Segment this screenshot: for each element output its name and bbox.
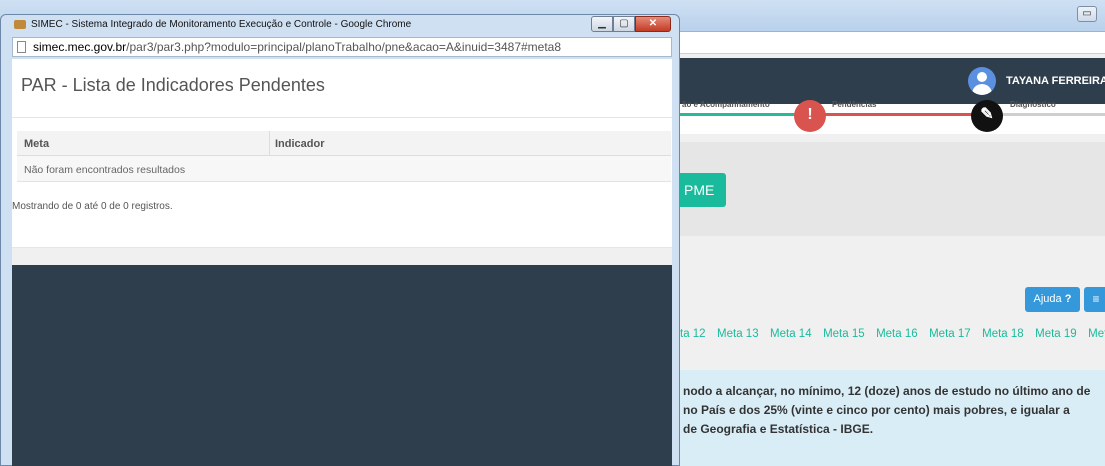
list-icon[interactable]: ≡: [1084, 287, 1105, 312]
step-line-acompanhamento: [680, 113, 810, 116]
minimize-icon[interactable]: ▁: [591, 16, 613, 32]
meta-description-line: nodo a alcançar, no mínimo, 12 (doze) an…: [683, 384, 1091, 398]
column-header-indicador[interactable]: Indicador: [275, 138, 325, 150]
window-controls: ▁ ▢ ✕: [591, 16, 671, 32]
url-domain: simec.mec.gov.br: [33, 40, 127, 54]
tab-meta-20[interactable]: Meta 2: [1088, 322, 1105, 346]
warning-icon[interactable]: !: [794, 100, 826, 132]
indicadores-modal: PAR - Lista de Indicadores Pendentes Met…: [12, 59, 672, 265]
popup-window-title: SIMEC - Sistema Integrado de Monitoramen…: [31, 19, 412, 30]
simec-favicon-icon: [14, 20, 26, 29]
step-label-acompanhamento[interactable]: ão e Acompanhamento: [682, 100, 770, 109]
tab-meta-16[interactable]: Meta 16: [876, 322, 918, 346]
column-header-meta[interactable]: Meta: [24, 138, 49, 150]
step-label-diagnostico[interactable]: Diagnóstico: [1010, 100, 1056, 109]
ajuda-label: Ajuda: [1033, 293, 1062, 305]
meta-description: nodo a alcançar, no mínimo, 12 (doze) an…: [680, 370, 1105, 466]
step-line-pendencias: [810, 113, 980, 116]
tab-meta-17[interactable]: Meta 17: [929, 322, 971, 346]
step-label-pendencias[interactable]: Pendências: [832, 100, 876, 109]
maximize-icon[interactable]: ▢: [613, 16, 635, 32]
ajuda-button[interactable]: Ajuda ?: [1025, 287, 1080, 312]
background-window-button[interactable]: ▭: [1077, 6, 1097, 22]
close-icon[interactable]: ✕: [635, 16, 671, 32]
pme-panel: [680, 142, 1105, 236]
table-row-empty: Não foram encontrados resultados: [17, 156, 671, 182]
records-info: Mostrando de 0 até 0 de 0 registros.: [12, 201, 173, 212]
tab-meta-18[interactable]: Meta 18: [982, 322, 1024, 346]
modal-title: PAR - Lista de Indicadores Pendentes: [21, 75, 325, 95]
edit-icon[interactable]: ✎: [971, 100, 1003, 132]
meta-description-line: no País e dos 25% (vinte e cinco por cen…: [683, 403, 1070, 417]
user-avatar-icon[interactable]: [968, 67, 996, 95]
popup-url[interactable]: simec.mec.gov.br/par3/par3.php?modulo=pr…: [33, 40, 561, 54]
tab-meta-14[interactable]: Meta 14: [770, 322, 812, 346]
meta-description-line: de Geografia e Estatística - IBGE.: [683, 422, 874, 436]
tab-meta-13[interactable]: Meta 13: [717, 322, 759, 346]
pme-button[interactable]: PME: [680, 173, 726, 207]
tab-meta-12[interactable]: ta 12: [680, 322, 706, 346]
popup-address-bar[interactable]: simec.mec.gov.br/par3/par3.php?modulo=pr…: [12, 37, 672, 57]
meta-tabs: ta 12 Meta 13 Meta 14 Meta 15 Meta 16 Me…: [680, 322, 1105, 346]
page-icon: [17, 41, 26, 53]
user-name[interactable]: TAYANA FERREIRA MA: [1006, 75, 1105, 87]
popup-window: SIMEC - Sistema Integrado de Monitoramen…: [0, 14, 680, 466]
help-icon: ?: [1064, 293, 1072, 305]
tab-meta-19[interactable]: Meta 19: [1035, 322, 1077, 346]
tab-meta-15[interactable]: Meta 15: [823, 322, 865, 346]
url-path: /par3/par3.php?modulo=principal/planoTra…: [126, 40, 562, 54]
indicadores-table: Meta Indicador Não foram encontrados res…: [17, 131, 671, 182]
popup-content: PAR - Lista de Indicadores Pendentes Met…: [12, 59, 672, 466]
modal-footer: [12, 247, 672, 265]
column-divider: [269, 131, 270, 156]
table-header: Meta Indicador: [17, 131, 671, 156]
popup-titlebar[interactable]: SIMEC - Sistema Integrado de Monitoramen…: [1, 15, 679, 35]
divider: [12, 117, 672, 118]
